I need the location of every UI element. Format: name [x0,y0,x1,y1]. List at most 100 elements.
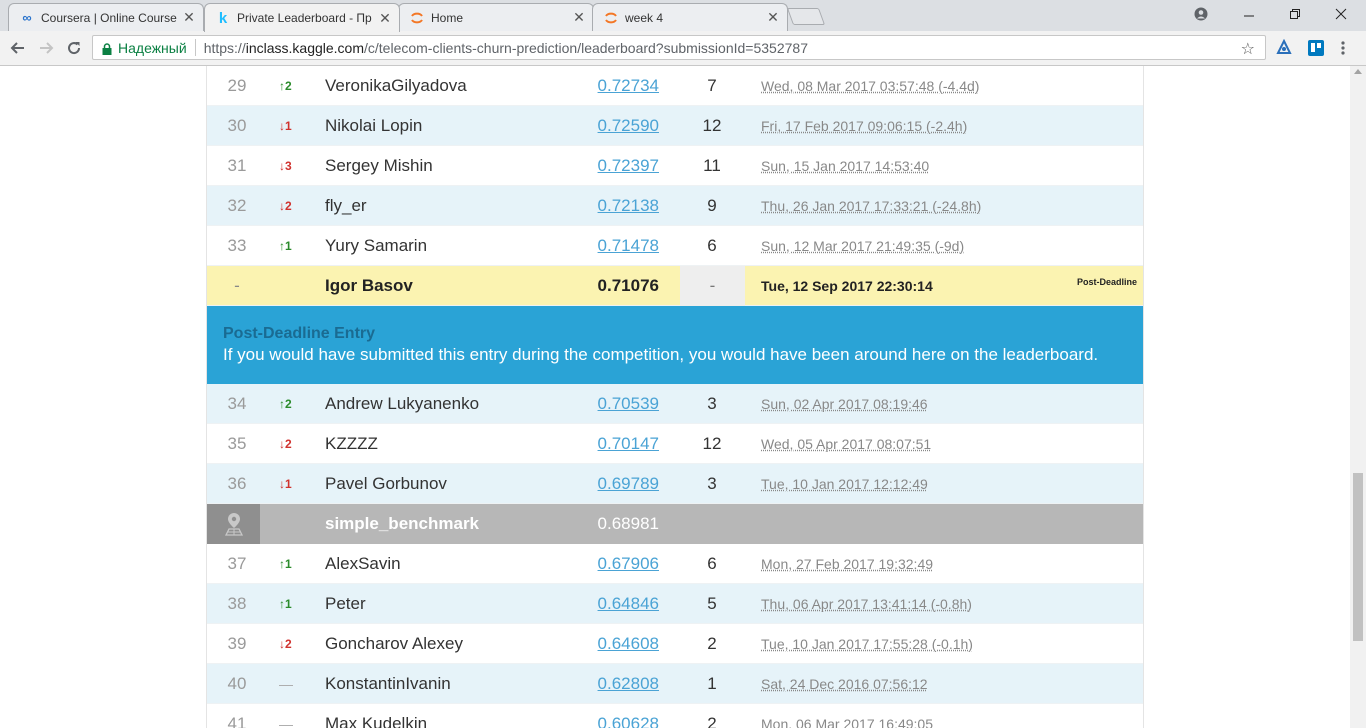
team-name[interactable]: VeronikaGilyadova [325,66,595,106]
lock-icon [102,42,112,55]
kaggle-k-icon: k [218,9,228,27]
team-name[interactable]: Sergey Mishin [325,146,595,186]
rank: 37 [227,554,247,573]
entries: 12 [702,434,722,453]
last-submission: Wed, 08 Mar 2017 03:57:48 (-4.4d) [761,66,1141,106]
score-link[interactable]: 0.70147 [598,434,659,454]
new-tab-button[interactable] [786,8,826,25]
minimize-button[interactable] [1226,0,1272,28]
rank-change: ↑2 [279,79,292,93]
last-submission-time: Wed, 05 Apr 2017 08:07:51 [761,436,932,452]
divider [194,39,196,56]
last-submission: Sun, 15 Jan 2017 14:53:40 [761,146,1141,186]
table-row: 38 ↑1 Peter 0.64846 5 Thu, 06 Apr 2017 1… [207,584,1143,624]
rank: 40 [227,674,247,693]
vertical-scrollbar[interactable] [1350,66,1366,728]
last-submission: Tue, 10 Jan 2017 17:55:28 (-0.1h) [761,624,1141,664]
team-name[interactable]: Yury Samarin [325,226,595,266]
score-link[interactable]: 0.64608 [598,634,659,654]
close-icon[interactable]: ✕ [181,9,197,26]
team-name[interactable]: Pavel Gorbunov [325,464,595,504]
benchmark-row: simple_benchmark 0.68981 [207,504,1143,544]
tab-private-leaderboard[interactable]: k Private Leaderboard - Пр ✕ [204,3,400,32]
forward-icon[interactable] [34,36,58,60]
last-submission-time: Sun, 02 Apr 2017 08:19:46 [761,396,928,412]
score-link[interactable]: 0.72734 [598,76,659,96]
rank-change: ↓1 [279,119,292,133]
entries: 1 [707,674,717,693]
score-link[interactable]: 0.60628 [598,714,659,728]
url-host: inclass.kaggle.com [245,39,364,56]
rank-change: ↑2 [279,397,292,411]
close-icon[interactable]: ✕ [377,10,393,27]
scroll-up-arrow-icon[interactable] [1354,69,1362,74]
team-name[interactable]: KonstantinIvanin [325,664,595,704]
score-link[interactable]: 0.70539 [598,394,659,414]
jupyter-icon [603,10,619,26]
scrollbar-thumb[interactable] [1353,473,1363,641]
score: 0.72138 [598,186,659,226]
score-link[interactable]: 0.67906 [598,554,659,574]
reload-icon[interactable] [62,36,86,60]
browser-tab-strip: ∞ Coursera | Online Course ✕ k Private L… [0,0,1366,32]
profile-icon[interactable] [1178,0,1224,28]
last-submission-time: Mon, 27 Feb 2017 19:32:49 [761,556,934,572]
team-name[interactable]: Max Kudelkin [325,704,595,728]
score: 0.69789 [598,464,659,504]
team-name[interactable]: Peter [325,584,595,624]
rank: - [234,276,240,295]
team-name[interactable]: fly_er [325,186,595,226]
last-submission: Sun, 02 Apr 2017 08:19:46 [761,384,1141,424]
entries: 5 [707,594,717,613]
benchmark-score: 0.68981 [597,514,659,533]
score-link[interactable]: 0.72397 [598,156,659,176]
url-text[interactable]: https://inclass.kaggle.com/c/telecom-cli… [204,40,808,56]
team-name[interactable]: Nikolai Lopin [325,106,595,146]
team-name[interactable]: AlexSavin [325,544,595,584]
rank: 34 [227,394,247,413]
score-link[interactable]: 0.69789 [598,474,659,494]
rank: 29 [227,76,247,95]
team-name[interactable]: Igor Basov [325,266,595,306]
score: 0.64846 [598,584,659,624]
page-viewport: 29 ↑2 VeronikaGilyadova 0.72734 7 Wed, 0… [0,66,1350,728]
score-link[interactable]: 0.72590 [598,116,659,136]
tab-coursera[interactable]: ∞ Coursera | Online Course ✕ [8,3,204,31]
close-window-button[interactable] [1318,0,1364,28]
maximize-button[interactable] [1272,0,1318,28]
trello-icon[interactable] [1307,39,1325,57]
close-icon[interactable]: ✕ [765,9,781,26]
team-name[interactable]: Andrew Lukyanenko [325,384,595,424]
entries: 9 [707,196,717,215]
secure-label: Надежный [118,39,187,56]
table-row: 33 ↑1 Yury Samarin 0.71478 6 Sun, 12 Mar… [207,226,1143,266]
tab-title: Private Leaderboard - Пр [237,11,372,25]
rank-change: ↓2 [279,637,292,651]
tab-home[interactable]: Home ✕ [398,3,594,31]
address-bar[interactable]: Надежный https://inclass.kaggle.com/c/te… [92,35,1266,60]
rank-change: ↑1 [279,557,292,571]
score-link[interactable]: 0.71478 [598,236,659,256]
table-row: 31 ↓3 Sergey Mishin 0.72397 11 Sun, 15 J… [207,146,1143,186]
team-name[interactable]: Goncharov Alexey [325,624,595,664]
rank-change: ↑1 [279,239,292,253]
back-icon[interactable] [6,36,30,60]
table-row: 35 ↓2 KZZZZ 0.70147 12 Wed, 05 Apr 2017 … [207,424,1143,464]
score-link[interactable]: 0.72138 [598,196,659,216]
entries: 6 [707,554,717,573]
bookmark-star-icon[interactable]: ☆ [1241,39,1255,59]
team-name[interactable]: KZZZZ [325,424,595,464]
score: 0.72734 [598,66,659,106]
table-row: 41 — Max Kudelkin 0.60628 2 Mon, 06 Mar … [207,704,1143,728]
score-link[interactable]: 0.64846 [598,594,659,614]
extension-icon[interactable] [1275,38,1293,57]
score-link[interactable]: 0.62808 [598,674,659,694]
menu-icon[interactable] [1340,39,1350,57]
tab-title: week 4 [625,10,664,25]
close-icon[interactable]: ✕ [571,9,587,26]
table-row: 39 ↓2 Goncharov Alexey 0.64608 2 Tue, 10… [207,624,1143,664]
entries: 11 [703,156,721,175]
entries: 7 [707,76,717,95]
tab-week-4[interactable]: week 4 ✕ [592,3,788,31]
table-row: 30 ↓1 Nikolai Lopin 0.72590 12 Fri, 17 F… [207,106,1143,146]
